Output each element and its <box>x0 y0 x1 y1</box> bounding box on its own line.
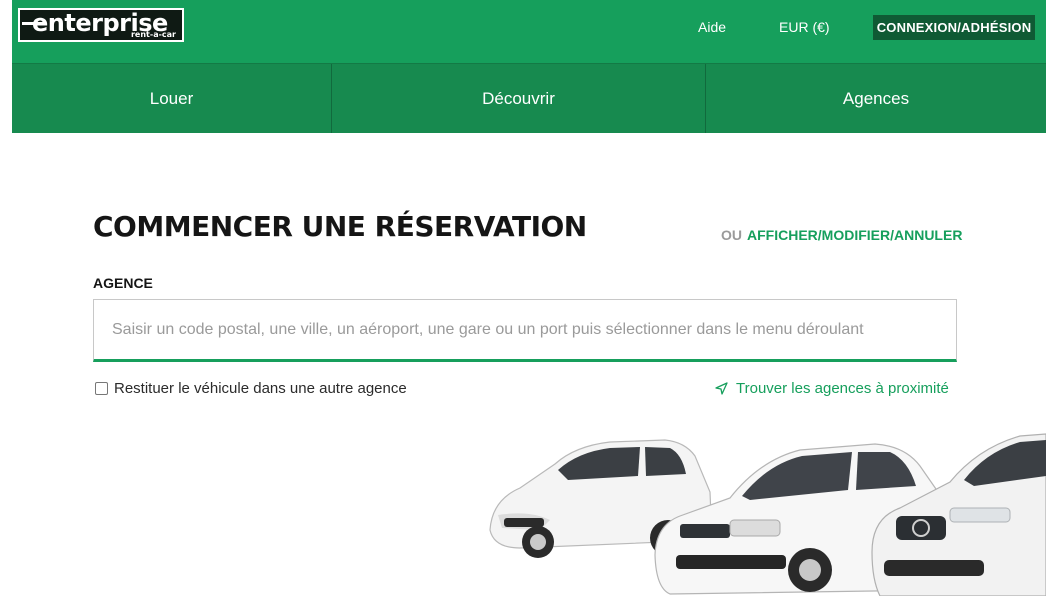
top-header: enterprise rent-a-car Aide EUR (€) CONNE… <box>12 0 1046 63</box>
reservation-title: COMMENCER UNE RÉSERVATION <box>93 210 587 243</box>
nearby-agencies-label: Trouver les agences à proximité <box>736 380 949 397</box>
help-link[interactable]: Aide <box>698 19 726 35</box>
return-elsewhere-label[interactable]: Restituer le véhicule dans une autre age… <box>114 380 407 397</box>
nav-item-decouvrir[interactable]: Découvrir <box>332 64 706 133</box>
return-elsewhere-checkbox[interactable] <box>95 382 108 395</box>
logo-subtitle: rent-a-car <box>130 30 176 39</box>
nearby-agencies-link[interactable]: Trouver les agences à proximité <box>715 380 949 397</box>
manage-reservation-link[interactable]: AFFICHER/MODIFIER/ANNULER <box>747 227 962 243</box>
location-search-input[interactable] <box>94 300 956 359</box>
main-nav: Louer Découvrir Agences <box>12 63 1046 133</box>
location-arrow-icon <box>715 382 728 395</box>
nav-item-louer[interactable]: Louer <box>12 64 332 133</box>
or-label: OU <box>721 227 742 243</box>
return-elsewhere-row: Restituer le véhicule dans une autre age… <box>95 380 407 397</box>
location-search-box <box>93 299 957 362</box>
location-label: AGENCE <box>93 275 153 291</box>
currency-selector[interactable]: EUR (€) <box>779 19 830 35</box>
nav-item-agences[interactable]: Agences <box>706 64 1046 133</box>
cars-illustration <box>489 433 1046 596</box>
login-button[interactable]: CONNEXION/ADHÉSION <box>873 15 1035 40</box>
enterprise-logo[interactable]: enterprise rent-a-car <box>18 8 184 42</box>
